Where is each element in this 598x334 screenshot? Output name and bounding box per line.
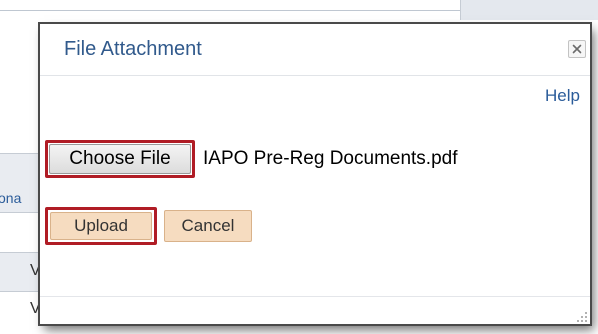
background-tab-label: ona <box>0 190 22 206</box>
dialog-header: File Attachment <box>40 24 590 76</box>
close-button[interactable] <box>568 40 586 58</box>
background-page-right <box>590 20 598 334</box>
upload-button[interactable]: Upload <box>50 212 152 240</box>
resize-grip-icon[interactable] <box>576 310 588 322</box>
background-divider <box>0 153 40 154</box>
file-select-row: Choose File IAPO Pre-Reg Documents.pdf <box>45 140 458 178</box>
background-header-strip <box>0 0 460 11</box>
background-divider <box>0 252 40 253</box>
cancel-button[interactable]: Cancel <box>164 210 252 242</box>
upload-highlight: Upload <box>45 207 157 245</box>
file-attachment-dialog: File Attachment Help Choose File IAPO Pr… <box>40 24 590 324</box>
dialog-title: File Attachment <box>64 38 202 60</box>
dialog-footer <box>40 296 590 324</box>
selected-file-name: IAPO Pre-Reg Documents.pdf <box>203 148 458 169</box>
help-link[interactable]: Help <box>545 86 580 106</box>
background-divider <box>0 291 40 292</box>
choose-file-highlight: Choose File <box>45 140 195 178</box>
close-icon <box>572 44 582 54</box>
background-divider <box>0 212 40 213</box>
background-header-right <box>460 0 598 20</box>
choose-file-button[interactable]: Choose File <box>49 144 191 174</box>
